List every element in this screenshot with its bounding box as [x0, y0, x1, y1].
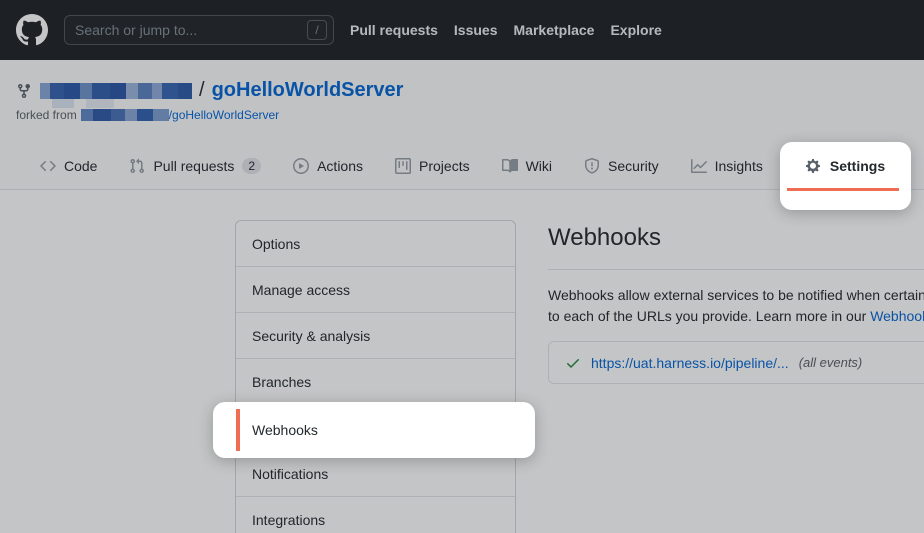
sidebar-item-webhooks-highlighted[interactable]: Webhooks: [252, 402, 318, 458]
spotlight-webhooks-item[interactable]: Webhooks: [213, 402, 535, 458]
gear-icon: [806, 158, 822, 174]
github-settings-page: / Pull requests Issues Marketplace Explo…: [0, 0, 924, 533]
selected-item-bar: [236, 409, 240, 451]
spotlight-settings-tab: Settings: [780, 142, 911, 210]
tab-label: Settings: [830, 158, 885, 174]
tab-settings-highlighted[interactable]: Settings: [780, 158, 911, 174]
selected-tab-underline: [787, 188, 899, 191]
